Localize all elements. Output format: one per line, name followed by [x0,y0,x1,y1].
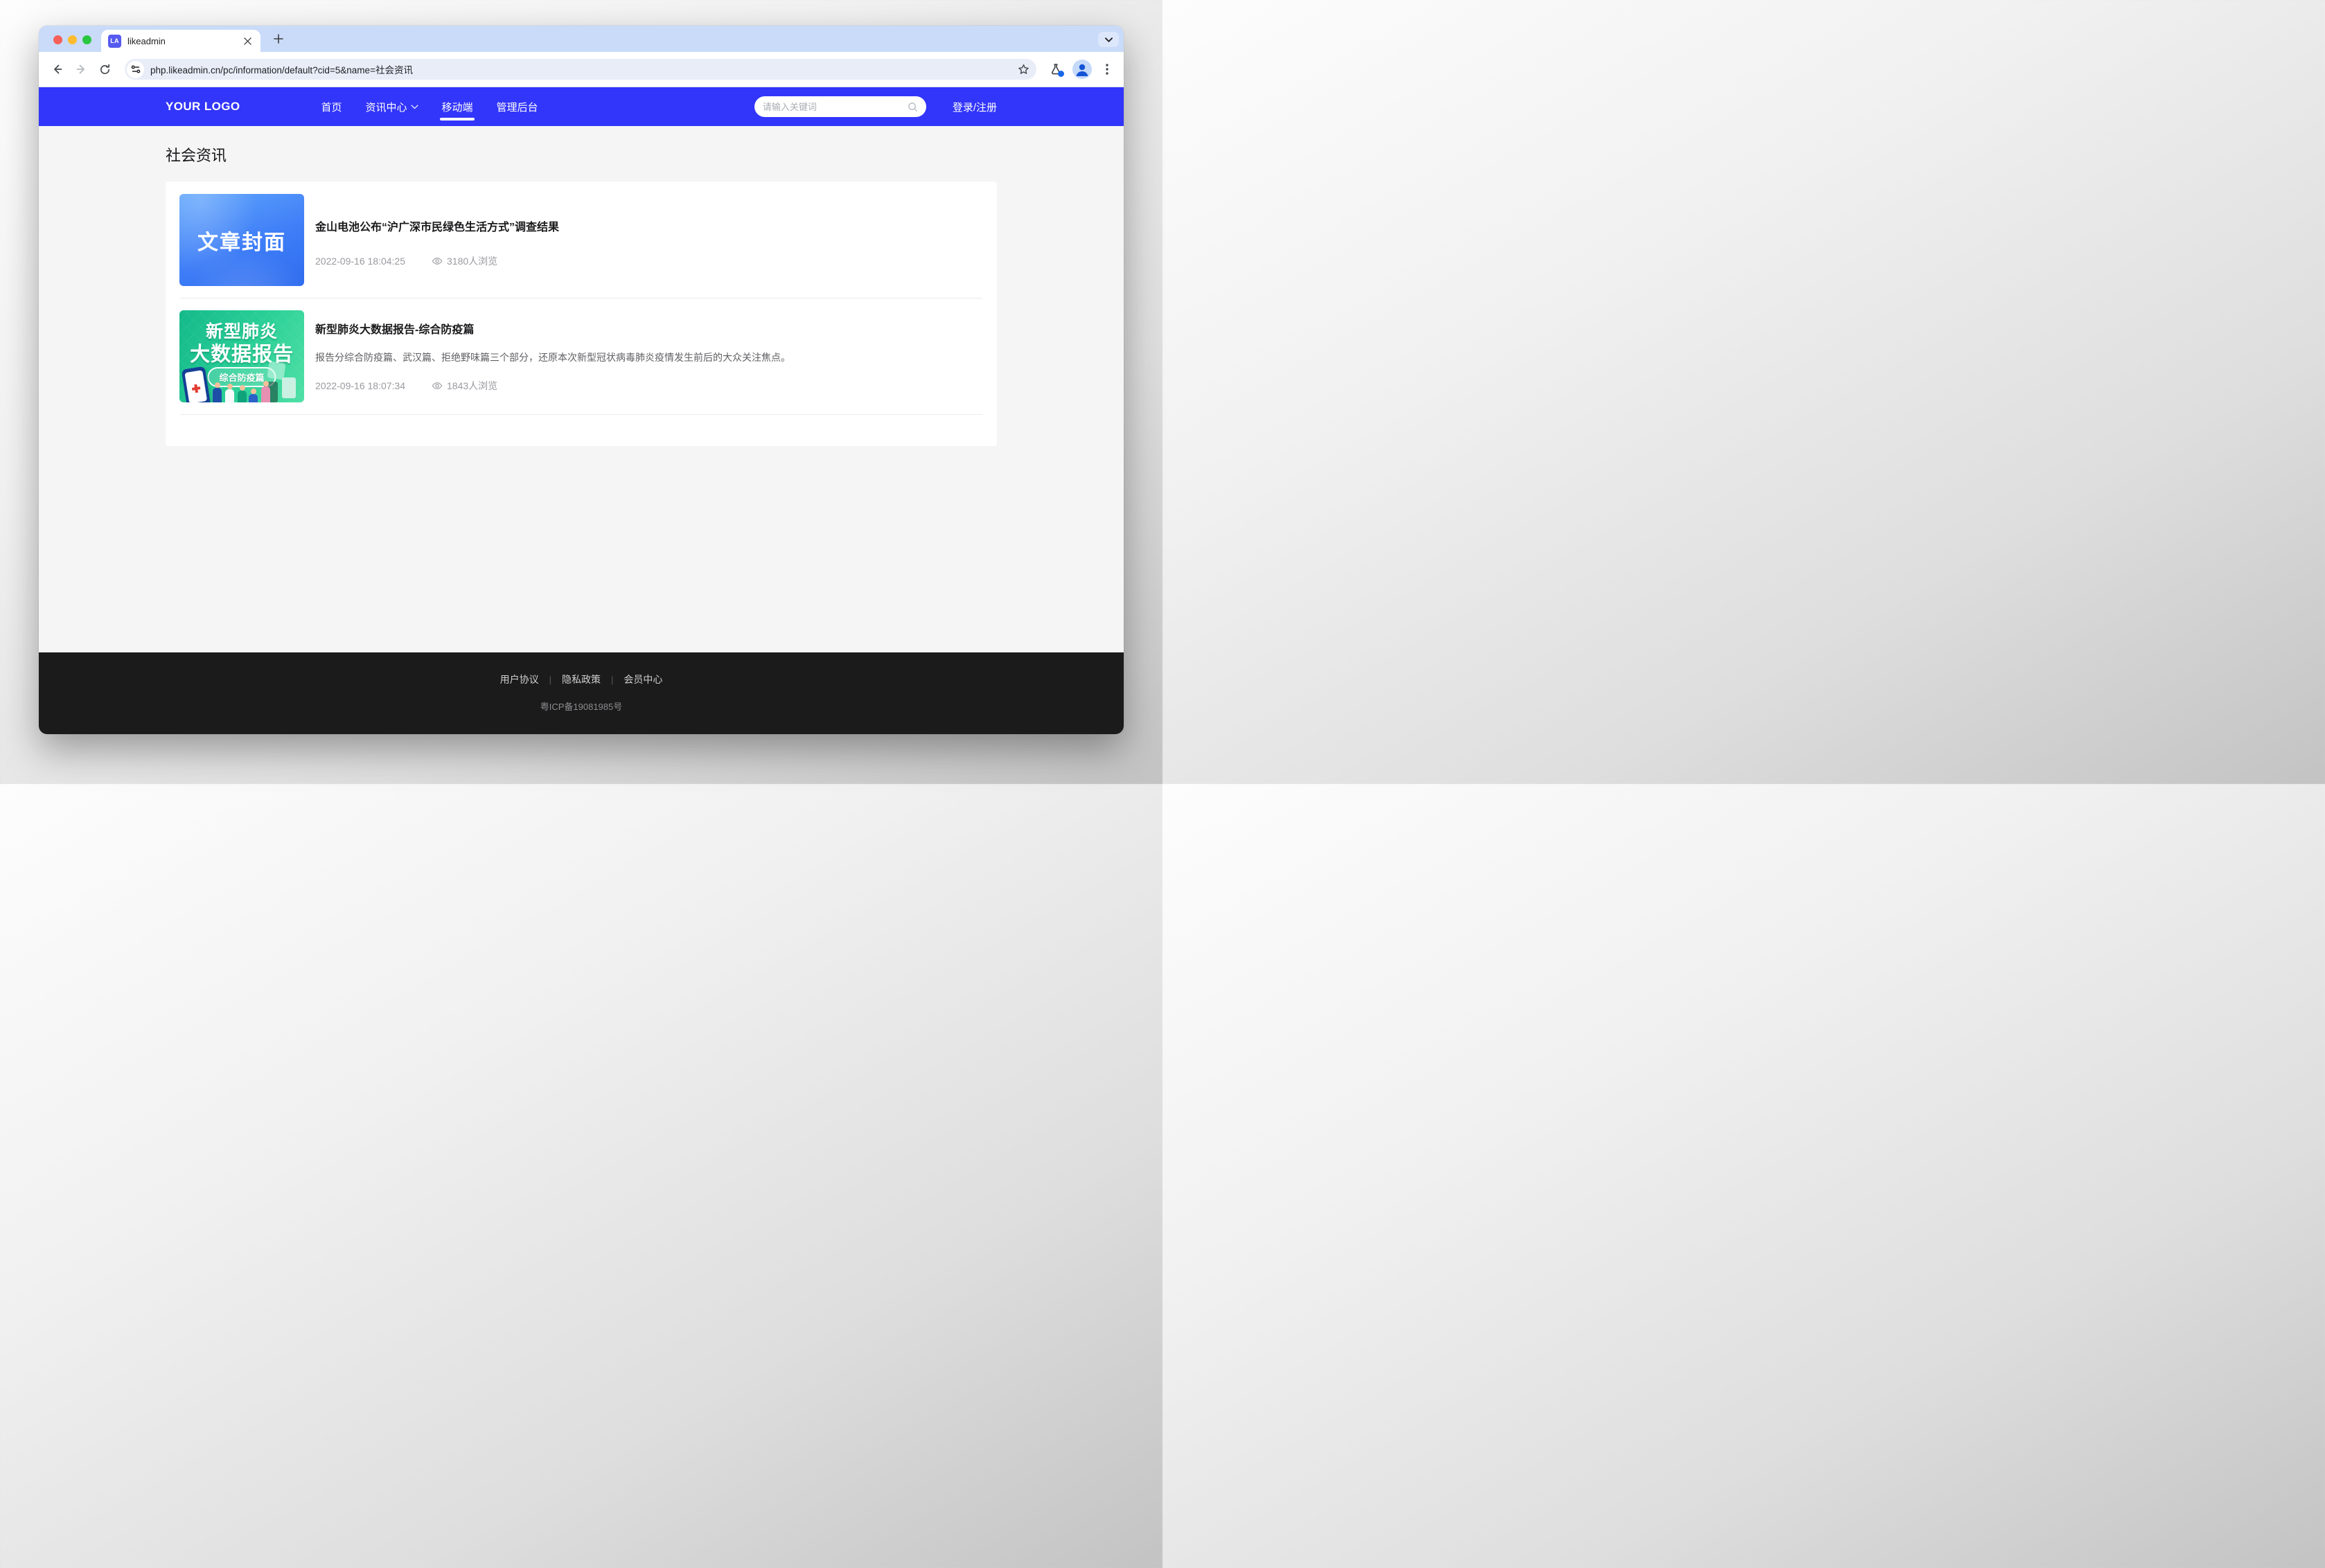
tab-strip: LA likeadmin [39,26,1124,52]
forward-button[interactable] [69,57,93,81]
login-register-link[interactable]: 登录/注册 [953,100,997,114]
article-date: 2022-09-16 18:07:34 [315,380,405,391]
row-divider [180,414,982,415]
site-settings-icon[interactable] [127,61,144,78]
browser-menu-icon[interactable] [1097,60,1117,79]
row-divider [180,298,982,299]
browser-toolbar: php.likeadmin.cn/pc/information/default?… [39,52,1124,87]
nav-item-mobile[interactable]: 移动端 [430,87,485,126]
article-title[interactable]: 新型肺炎大数据报告-综合防疫篇 [315,320,983,337]
browser-tab[interactable]: LA likeadmin [101,30,260,52]
chevron-down-icon [411,105,418,109]
footer-separator: | [549,675,551,685]
cover-text-line2: 大数据报告 [179,338,304,367]
cover-phone-illustration [182,366,211,402]
nav-item-home[interactable]: 首页 [310,87,354,126]
keyword-search-box[interactable] [754,96,926,117]
tab-search-button[interactable] [1098,32,1119,47]
search-input[interactable] [763,102,908,112]
nav-item-news-center[interactable]: 资讯中心 [354,87,430,126]
article-meta: 2022-09-16 18:04:25 3180人浏览 [315,254,983,268]
views-eye-icon [432,256,443,267]
footer-link-privacy-policy[interactable]: 隐私政策 [562,672,601,686]
minimize-window-button[interactable] [68,35,77,44]
article-cover-image[interactable]: 新型肺炎 大数据报告 综合防疫篇 [179,310,304,402]
article-date: 2022-09-16 18:04:25 [315,256,405,267]
article-description: 报告分综合防疫篇、武汉篇、拒绝野味篇三个部分，还原本次新型冠状病毒肺炎疫情发生前… [315,350,983,364]
footer-link-user-agreement[interactable]: 用户协议 [500,672,539,686]
article-cover-image[interactable]: 文章封面 [179,194,304,286]
tab-favicon: LA [108,35,121,48]
nav-links: 首页 资讯中心 移动端 管理后台 [310,87,550,126]
zoom-window-button[interactable] [82,35,91,44]
cover-text: 文章封面 [197,225,286,256]
reload-button[interactable] [93,57,116,81]
article-views: 3180人浏览 [447,254,497,268]
new-tab-button[interactable] [269,30,288,48]
nav-item-admin[interactable]: 管理后台 [485,87,550,126]
url-text[interactable]: php.likeadmin.cn/pc/information/default?… [150,62,413,76]
cover-people-illustration [261,386,270,402]
bookmark-star-icon[interactable] [1018,64,1029,75]
cover-people-illustration [225,389,234,402]
footer-links: 用户协议 | 隐私政策 | 会员中心 [500,672,663,686]
search-icon[interactable] [908,102,918,112]
cover-people-illustration [238,391,247,402]
tab-title: likeadmin [127,36,166,46]
site-navbar: YOUR LOGO 首页 资讯中心 移动端 管理后 [39,87,1124,126]
site-footer: 用户协议 | 隐私政策 | 会员中心 粤ICP备19081985号 [39,652,1124,734]
footer-separator: | [611,675,613,685]
article-views: 1843人浏览 [447,379,497,393]
cover-people-illustration [213,388,222,402]
experiments-flask-icon[interactable] [1045,58,1067,80]
profile-avatar[interactable] [1072,60,1092,79]
close-window-button[interactable] [53,35,62,44]
views-eye-icon [432,380,443,391]
footer-link-member-center[interactable]: 会员中心 [624,672,662,686]
article-title[interactable]: 金山电池公布“沪广深市民绿色生活方式”调查结果 [315,217,983,234]
cover-people-illustration [249,394,258,402]
article-list-card: 文章封面 金山电池公布“沪广深市民绿色生活方式”调查结果 2022-09-16 … [166,181,997,446]
cover-decoration [282,377,296,398]
article-row[interactable]: 文章封面 金山电池公布“沪广深市民绿色生活方式”调查结果 2022-09-16 … [179,194,983,286]
back-button[interactable] [46,57,69,81]
tab-close-icon[interactable] [241,35,254,47]
site-logo[interactable]: YOUR LOGO [166,100,240,114]
browser-window: LA likeadmin [39,26,1124,734]
page-viewport: YOUR LOGO 首页 资讯中心 移动端 管理后 [39,87,1124,734]
article-meta: 2022-09-16 18:07:34 1843人浏览 [315,379,983,393]
traffic-lights [53,35,91,44]
page-title: 社会资讯 [166,143,997,166]
article-row[interactable]: 新型肺炎 大数据报告 综合防疫篇 [179,310,983,402]
icp-record-number: 粤ICP备19081985号 [540,700,623,713]
page-main: 社会资讯 文章封面 金山电池公布“沪广深市民绿色生活方式”调查结果 2022-0… [39,126,1124,652]
address-bar[interactable]: php.likeadmin.cn/pc/information/default?… [125,59,1036,80]
